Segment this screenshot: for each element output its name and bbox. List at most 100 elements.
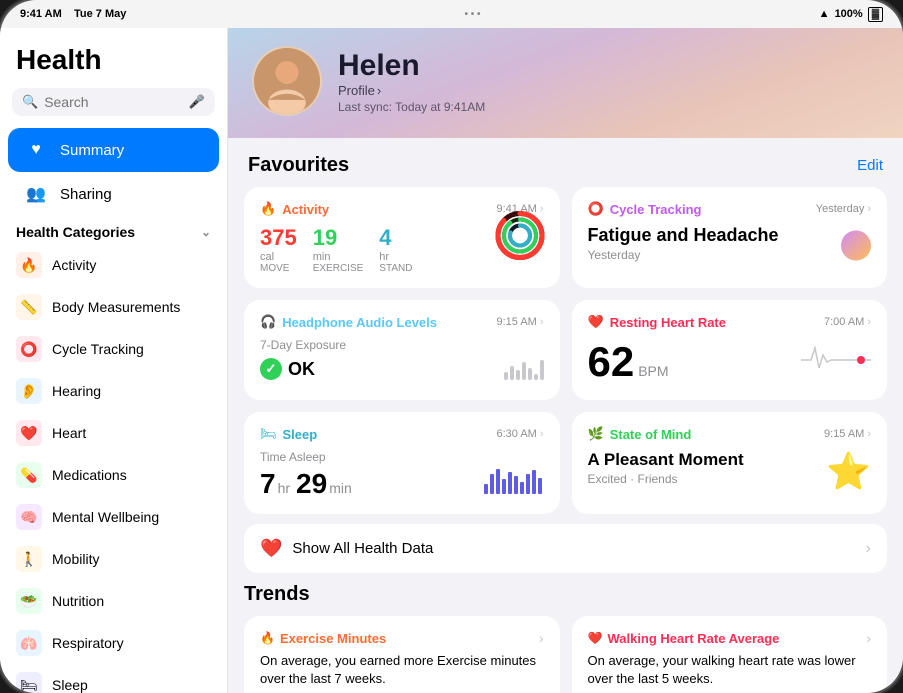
heart-card-icon: ❤️ <box>588 314 604 330</box>
exercise-trend-title: Exercise Minutes <box>280 631 386 646</box>
category-respiratory[interactable]: 🫁 Respiratory <box>8 622 219 664</box>
date-display: Tue 7 May <box>74 8 126 20</box>
sidebar: Health 🔍 🎤 ♥ Summary 👥 Sharing Health Ca… <box>0 28 228 693</box>
exercise-value: 19 <box>313 225 364 251</box>
search-bar[interactable]: 🔍 🎤 <box>12 88 215 116</box>
sleep-icon: 🛏 <box>16 672 42 693</box>
battery-icon: ▓ <box>868 7 883 22</box>
category-cycle-label: Cycle Tracking <box>52 341 144 357</box>
sleep-card-time: 6:30 AM <box>496 428 536 440</box>
cards-grid: 🔥 Activity 9:41 AM › 375 cal <box>228 187 903 514</box>
ok-icon: ✓ <box>260 358 282 380</box>
stand-unit: hr <box>379 251 412 263</box>
exercise-trend-icon: 🔥 <box>260 631 275 645</box>
favourites-title: Favourites <box>248 154 349 177</box>
sleep-card[interactable]: 🛏 Sleep 6:30 AM › Time Asleep 7 hr <box>244 412 560 514</box>
app-title: Health <box>0 44 227 88</box>
mind-card-arrow: › <box>867 428 871 440</box>
profile-name: Helen <box>338 49 485 83</box>
mind-card-title: State of Mind <box>610 427 692 442</box>
category-cycle[interactable]: ⭕ Cycle Tracking <box>8 328 219 370</box>
edit-button[interactable]: Edit <box>857 157 883 174</box>
sleep-label: Time Asleep <box>260 450 544 464</box>
mental-icon: 🧠 <box>16 504 42 530</box>
activity-icon: 🔥 <box>16 252 42 278</box>
category-medications-label: Medications <box>52 467 127 483</box>
category-activity-label: Activity <box>52 257 96 273</box>
headphone-card-arrow: › <box>540 316 544 328</box>
bar6 <box>534 374 538 380</box>
category-mental[interactable]: 🧠 Mental Wellbeing <box>8 496 219 538</box>
activity-card[interactable]: 🔥 Activity 9:41 AM › 375 cal <box>244 187 560 288</box>
search-input[interactable] <box>44 94 183 110</box>
exposure-bars <box>504 350 544 380</box>
body-icon: 📏 <box>16 294 42 320</box>
sleep-hours: 7 <box>260 468 276 500</box>
category-respiratory-label: Respiratory <box>52 635 124 651</box>
camera-indicator: • • • <box>465 9 481 20</box>
bar7 <box>540 360 544 380</box>
category-medications[interactable]: 💊 Medications <box>8 454 219 496</box>
mind-card-icon: 🌿 <box>588 426 604 442</box>
battery-display: 100% <box>835 8 863 20</box>
category-heart[interactable]: ❤️ Heart <box>8 412 219 454</box>
heart-rate-trend-card[interactable]: ❤️ Walking Heart Rate Average › On avera… <box>572 616 888 693</box>
heart-rate-card[interactable]: ❤️ Resting Heart Rate 7:00 AM › 62 BPM <box>572 300 888 400</box>
ok-badge: ✓ OK <box>260 358 544 380</box>
exercise-label: Exercise <box>313 263 364 274</box>
chevron-down-icon[interactable]: ⌄ <box>201 225 211 239</box>
nav-sharing[interactable]: 👥 Sharing <box>8 172 219 216</box>
cycle-card[interactable]: ⭕ Cycle Tracking Yesterday › Fatigue and… <box>572 187 888 288</box>
show-all-arrow: › <box>866 540 871 558</box>
category-hearing-label: Hearing <box>52 383 101 399</box>
category-body[interactable]: 📏 Body Measurements <box>8 286 219 328</box>
heart-rate-trend-arrow: › <box>866 630 871 646</box>
profile-link[interactable]: Profile › <box>338 83 485 98</box>
heart-cat-icon: ❤️ <box>16 420 42 446</box>
show-all-icon: ❤️ <box>260 538 282 559</box>
bar2 <box>510 366 514 380</box>
show-all-text: Show All Health Data <box>292 540 855 557</box>
time-display: 9:41 AM <box>20 8 62 20</box>
cycle-dot <box>841 230 871 260</box>
cycle-icon: ⭕ <box>16 336 42 362</box>
headphone-card[interactable]: 🎧 Headphone Audio Levels 9:15 AM › 7-Day… <box>244 300 560 400</box>
cycle-event-date: Yesterday <box>588 248 872 262</box>
avatar <box>252 46 322 116</box>
microphone-icon[interactable]: 🎤 <box>189 94 205 110</box>
exercise-trend-card[interactable]: 🔥 Exercise Minutes › On average, you ear… <box>244 616 560 693</box>
search-icon: 🔍 <box>22 94 38 110</box>
heart-nav-icon: ♥ <box>24 138 48 162</box>
category-sleep[interactable]: 🛏 Sleep <box>8 664 219 693</box>
sharing-icon: 👥 <box>24 182 48 206</box>
cycle-card-title: Cycle Tracking <box>610 202 702 217</box>
trends-title: Trends <box>244 583 887 606</box>
heart-rate-trend-icon: ❤️ <box>588 631 603 645</box>
category-mobility[interactable]: 🚶 Mobility <box>8 538 219 580</box>
show-all-row[interactable]: ❤️ Show All Health Data › <box>244 524 887 573</box>
profile-info: Helen Profile › Last sync: Today at 9:41… <box>338 49 485 114</box>
stand-value: 4 <box>379 225 412 251</box>
category-nutrition[interactable]: 🥗 Nutrition <box>8 580 219 622</box>
cycle-card-arrow: › <box>867 203 871 215</box>
category-heart-label: Heart <box>52 425 86 441</box>
headphone-card-time: 9:15 AM <box>496 316 536 328</box>
stand-label: Stand <box>379 263 412 274</box>
headphone-label: 7-Day Exposure <box>260 338 544 352</box>
sleep-card-arrow: › <box>540 428 544 440</box>
ok-text: OK <box>288 359 315 380</box>
state-of-mind-card[interactable]: 🌿 State of Mind 9:15 AM › A Pleasant Mom… <box>572 412 888 514</box>
activity-card-icon: 🔥 <box>260 201 276 217</box>
heart-card-arrow: › <box>867 316 871 328</box>
category-hearing[interactable]: 👂 Hearing <box>8 370 219 412</box>
cycle-event: Fatigue and Headache <box>588 225 872 246</box>
sleep-hr-label: hr <box>278 480 290 496</box>
nav-summary-label: Summary <box>60 142 124 159</box>
category-activity[interactable]: 🔥 Activity <box>8 244 219 286</box>
nav-summary[interactable]: ♥ Summary <box>8 128 219 172</box>
profile-header: Helen Profile › Last sync: Today at 9:41… <box>228 28 903 138</box>
headphone-icon: 🎧 <box>260 314 276 330</box>
heart-card-title: Resting Heart Rate <box>610 315 726 330</box>
mind-emoji: ⭐ <box>826 450 871 492</box>
sleep-card-icon: 🛏 <box>260 426 277 442</box>
